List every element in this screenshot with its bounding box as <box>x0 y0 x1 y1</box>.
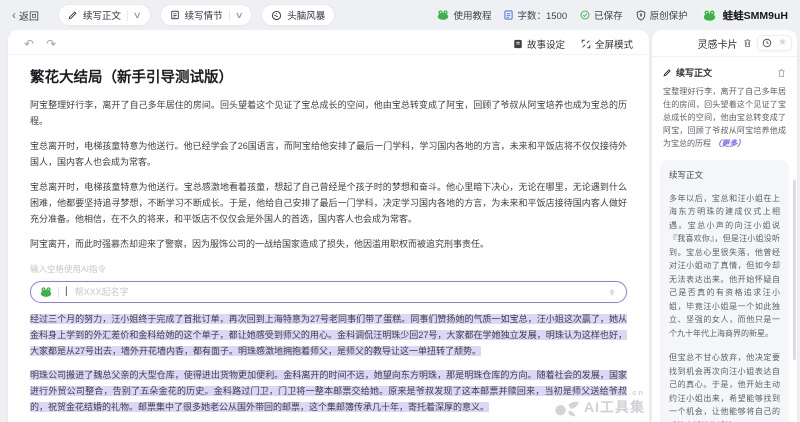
paragraph: 阿宝整理好行李，离开了自己多年居住的房间。回头望着这个见证了宝总成长的空间，他由… <box>30 97 627 129</box>
pill-label: 续写情节 <box>185 8 223 22</box>
history-controls: ↶ ↷ <box>24 38 56 50</box>
inspiration-card-active[interactable]: 续写正文 宝整理好行李，离开了自己多年居住的房间，回头望着这个见证了宝总成长的空… <box>652 57 797 156</box>
pill-divider <box>229 10 230 21</box>
selected-paragraph: 经过三个月的努力，汪小姐终于完成了首批订单，再次回到上海特意为27号老同事们带了… <box>30 311 627 359</box>
topbar: ‹ 返回 续写正文 ∨ 续写情节 ∨ 头脑风暴 使用教程 <box>0 0 800 30</box>
back-button[interactable]: ‹ 返回 <box>12 8 39 23</box>
ai-command-input[interactable]: | 帮XXX起名字 <box>30 281 627 303</box>
highlight-span: 明珠公司搬进了魏总父亲的大型仓库，使得进出货物更加便利。金科离开的时间不远，她望… <box>30 370 627 412</box>
saved-check-icon <box>580 10 590 20</box>
chevron-down-icon[interactable]: ∨ <box>133 11 142 20</box>
text-cursor: | <box>65 284 68 300</box>
delete-card-trash-icon[interactable] <box>777 68 786 78</box>
story-settings-button[interactable]: 故事设定 <box>513 37 565 51</box>
ai-command-hint: 输入空格使用AI指令 <box>30 261 627 277</box>
card-text: 宝整理好行李，离开了自己多年居住的房间，回头望着这个见证了宝总成长的空间，他由宝… <box>663 85 786 150</box>
card-label: 续写正文 <box>676 66 712 79</box>
more-link[interactable]: （更多） <box>713 139 745 148</box>
protection-label: 原创保护 <box>650 8 688 22</box>
input-divider <box>58 287 59 298</box>
account[interactable]: 蛙蛙SMM9uH <box>701 6 788 24</box>
card-header: 续写正文 <box>663 66 786 79</box>
fullscreen-icon <box>581 39 591 49</box>
card-paragraph: 多年以后，宝总和汪小姐在上海东方明珠的建成仪式上相遇。宝总小声的向汪小姐说『我喜… <box>669 192 780 341</box>
watermark-name: AI工具集 <box>584 397 645 417</box>
inspiration-sidebar: 灵感卡片 ★ 续写正文 宝整理好行李，离开了自己多年居住的房间，回头望着这个见证… <box>652 30 797 422</box>
tutorial-button[interactable]: 使用教程 <box>437 8 491 22</box>
pill-label: 续写正文 <box>83 8 121 22</box>
back-chevron-icon: ‹ <box>12 9 16 21</box>
body-paragraphs: 阿宝整理好行李，离开了自己多年居住的房间。回头望着这个见证了宝总成长的空间，他由… <box>30 97 627 252</box>
saved-label: 已保存 <box>594 8 623 22</box>
story-settings-icon <box>513 39 523 49</box>
document-title[interactable]: 繁花大结局（新手引导测试版） <box>30 66 627 87</box>
story-settings-label: 故事设定 <box>527 37 565 51</box>
editor-card: ↶ ↷ 故事设定 全屏模式 繁花大结局（新手引导测试版） 阿宝整理好行李，离开了… <box>8 30 649 422</box>
topbar-right: 使用教程 字数：1500 已保存 原创保护 蛙蛙SMM9uH <box>437 6 788 24</box>
sidebar-title: 灵感卡片 <box>698 36 738 51</box>
brainstorm-pill[interactable]: 头脑风暴 <box>261 4 335 26</box>
ai-input-placeholder: 帮XXX起名字 <box>75 284 601 300</box>
card-paragraph: 但宝总不甘心放弃，他决定要找到机会再次向汪小姐表达自己的真心。于是，他开始主动约… <box>669 351 780 422</box>
watermark-url: ai-bot.cn <box>584 388 645 397</box>
pill-divider <box>127 10 128 21</box>
pen-icon <box>68 10 78 20</box>
paragraph: 阿宝离开，而此时强慕杰却迎来了警察，因为服饰公司的一战给国家造成了损失，他因滥用… <box>30 236 627 252</box>
shield-icon <box>636 10 646 21</box>
highlight-span: 经过三个月的努力，汪小姐终于完成了首批订单，再次回到上海特意为27号老同事们带了… <box>30 314 627 356</box>
clear-cards-trash-icon[interactable] <box>743 38 752 48</box>
editor-toolbar: ↶ ↷ 故事设定 全屏模式 <box>8 30 649 55</box>
editor-content[interactable]: 阿宝整理好行李，离开了自己多年居住的房间。回头望着这个见证了宝总成长的空间，他由… <box>8 97 649 422</box>
continue-writing-pill[interactable]: 续写正文 ∨ <box>58 4 151 26</box>
paragraph: 宝总离开时，电梯孩童特意为他送行。宝总感激地看着孩童，想起了自己曾经是个孩子时的… <box>30 179 627 227</box>
watermark-text: ai-bot.cn AI工具集 <box>584 388 645 417</box>
redo-icon[interactable]: ↷ <box>46 38 56 50</box>
originality-protection[interactable]: 原创保护 <box>636 8 688 22</box>
save-status: 已保存 <box>580 8 623 22</box>
brain-icon <box>271 10 282 21</box>
paragraph: 宝总离开时，电梯孩童特意为他送行。他已经学会了26国语言，而阿宝给他安排了最后一… <box>30 138 627 170</box>
tutorial-label: 使用教程 <box>453 8 491 22</box>
avatar[interactable] <box>701 6 719 24</box>
highlighted-paragraphs: 经过三个月的努力，汪小姐终于完成了首批订单，再次回到上海特意为27号老同事们带了… <box>30 311 627 422</box>
fullscreen-button[interactable]: 全屏模式 <box>581 37 633 51</box>
card-paragraphs: 多年以后，宝总和汪小姐在上海东方明珠的建成仪式上相遇。宝总小声的向汪小姐说『我喜… <box>669 192 780 422</box>
pill-label: 头脑风暴 <box>287 8 325 22</box>
back-label: 返回 <box>19 8 39 23</box>
sidebar-header: 灵感卡片 ★ <box>652 30 797 57</box>
continue-plot-pill[interactable]: 续写情节 ∨ <box>160 4 253 26</box>
send-icon[interactable] <box>607 287 617 297</box>
pen-icon <box>663 68 672 77</box>
undo-icon[interactable]: ↶ <box>24 38 34 50</box>
word-count: 字数：1500 <box>504 8 567 22</box>
editor-toolbar-right: 故事设定 全屏模式 <box>513 37 633 51</box>
fullscreen-label: 全屏模式 <box>595 37 633 51</box>
favorite-star-icon[interactable]: ★ <box>778 38 787 48</box>
sidebar-scrollbar[interactable] <box>793 180 796 360</box>
sidebar-tools: ★ <box>757 35 792 51</box>
watermark-logo-icon <box>554 397 580 417</box>
frog-icon <box>40 287 52 297</box>
inspiration-card-result[interactable]: 续写正文 多年以后，宝总和汪小姐在上海东方明珠的建成仪式上相遇。宝总小声的向汪小… <box>660 160 789 422</box>
history-clock-icon[interactable] <box>762 38 772 48</box>
watermark: ai-bot.cn AI工具集 <box>554 388 645 417</box>
word-count-label: 字数：1500 <box>517 8 567 22</box>
chevron-down-icon[interactable]: ∨ <box>234 11 243 20</box>
card-label: 续写正文 <box>669 169 780 183</box>
word-count-icon <box>504 10 513 20</box>
username: 蛙蛙SMM9uH <box>723 8 788 23</box>
doc-icon <box>170 10 180 20</box>
frog-icon <box>437 10 449 20</box>
selected-paragraph: 明珠公司搬进了魏总父亲的大型仓库，使得进出货物更加便利。金科离开的时间不远，她望… <box>30 367 627 415</box>
